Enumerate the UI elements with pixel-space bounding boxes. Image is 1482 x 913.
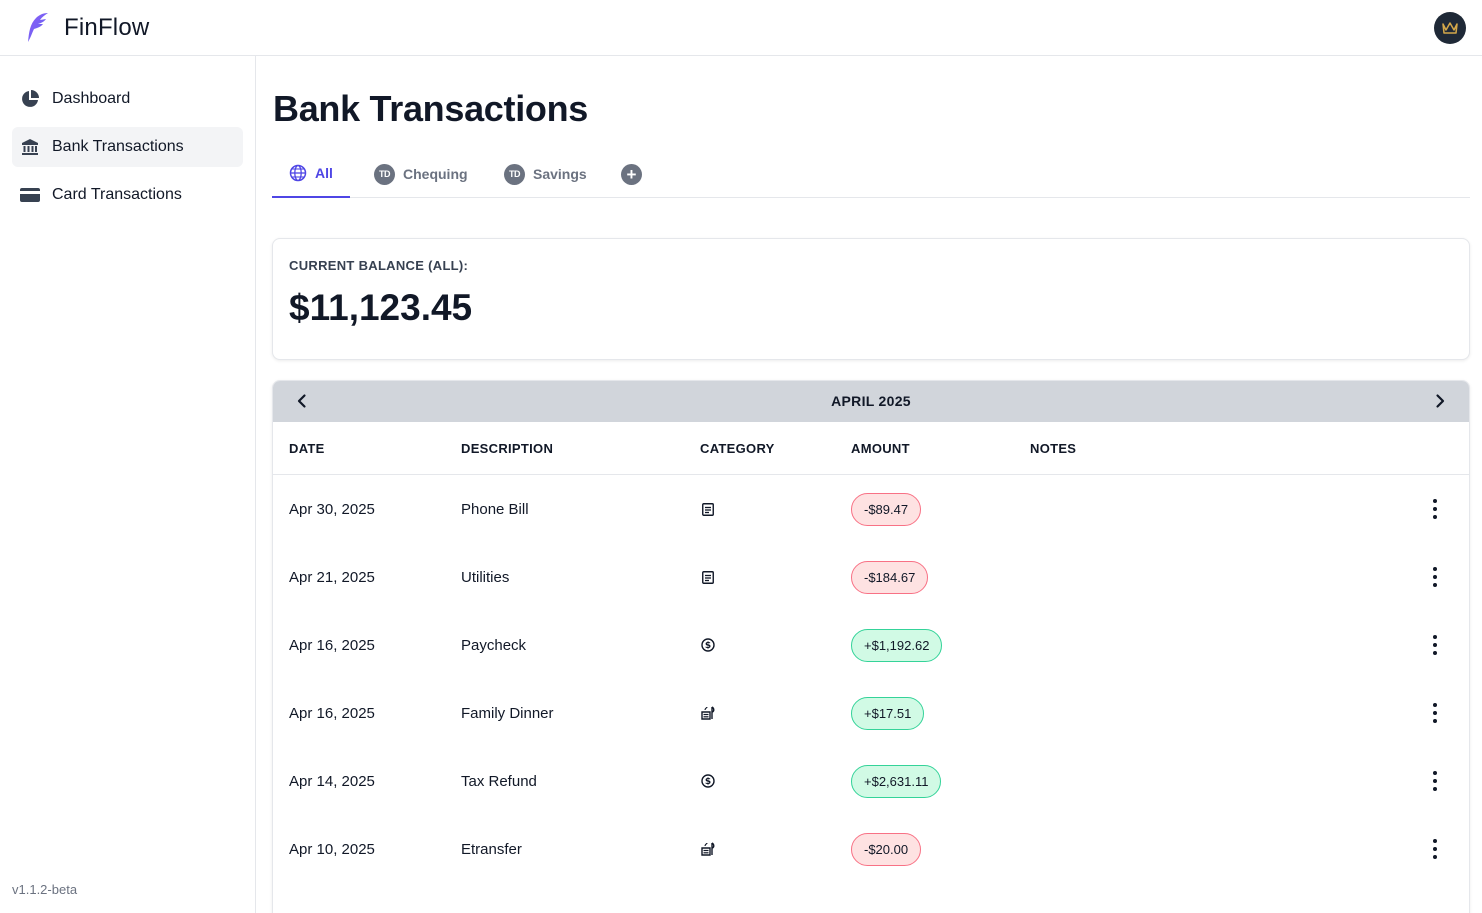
food-icon — [700, 815, 716, 883]
tab-savings[interactable]: TD Savings — [504, 150, 587, 198]
more-vertical-icon — [1433, 567, 1437, 587]
column-header-category[interactable]: CATEGORY — [700, 441, 775, 456]
app-name: FinFlow — [64, 14, 150, 41]
more-vertical-icon — [1433, 703, 1437, 723]
sidebar: Dashboard Bank Transactions Card Transac… — [0, 56, 256, 913]
account-tabs: All TD Chequing TD Savings + — [272, 150, 1470, 198]
transaction-date: Apr 21, 2025 — [289, 568, 375, 586]
balance-card: CURRENT BALANCE (ALL): $11,123.45 — [272, 238, 1470, 360]
balance-label: CURRENT BALANCE (ALL): — [289, 258, 469, 273]
sidebar-item-label: Card Transactions — [52, 186, 182, 203]
row-menu-button[interactable] — [1425, 815, 1445, 883]
column-header-date[interactable]: DATE — [289, 441, 325, 456]
receipt-icon — [700, 475, 716, 543]
sidebar-item-label: Bank Transactions — [52, 138, 184, 155]
transaction-date: Apr 14, 2025 — [289, 772, 375, 790]
transactions-table: APRIL 2025 DATE DESCRIPTION CATEGORY AMO… — [272, 380, 1470, 913]
transaction-description: Tax Refund — [461, 772, 537, 790]
tab-label: All — [315, 165, 333, 181]
row-menu-button[interactable] — [1425, 747, 1445, 815]
table-row[interactable]: Apr 10, 2025 Etransfer -$20.00 — [273, 815, 1469, 883]
receipt-icon — [700, 543, 716, 611]
food-icon — [700, 679, 716, 747]
sidebar-item-card-transactions[interactable]: Card Transactions — [12, 175, 243, 215]
transaction-description: Utilities — [461, 568, 510, 586]
row-menu-button[interactable] — [1425, 611, 1445, 679]
td-bank-icon: TD — [374, 163, 395, 185]
table-row[interactable]: Apr 30, 2025 Phone Bill -$89.47 — [273, 475, 1469, 543]
brand[interactable]: FinFlow — [24, 12, 149, 44]
row-menu-button[interactable] — [1425, 543, 1445, 611]
row-menu-button[interactable] — [1425, 679, 1445, 747]
transaction-date: Apr 10, 2025 — [289, 840, 375, 858]
transaction-description: Phone Bill — [461, 500, 529, 518]
td-bank-icon: TD — [504, 163, 525, 185]
transaction-date: Apr 16, 2025 — [289, 704, 375, 722]
column-header-notes[interactable]: NOTES — [1030, 441, 1076, 456]
table-row[interactable]: Apr 16, 2025 Family Dinner +$17.51 — [273, 679, 1469, 747]
table-body: Apr 30, 2025 Phone Bill -$89.47 Apr 21, … — [273, 475, 1469, 883]
transaction-date: Apr 30, 2025 — [289, 500, 375, 518]
column-header-description[interactable]: DESCRIPTION — [461, 441, 553, 456]
row-menu-button[interactable] — [1425, 475, 1445, 543]
amount-badge: +$17.51 — [851, 696, 925, 730]
bank-icon — [20, 137, 40, 157]
sidebar-item-bank-transactions[interactable]: Bank Transactions — [12, 127, 243, 167]
dollar-coin-icon: $ — [700, 747, 716, 815]
chevron-right-icon[interactable] — [1431, 392, 1449, 410]
table-row[interactable]: Apr 21, 2025 Utilities -$184.67 — [273, 543, 1469, 611]
column-header-amount[interactable]: AMOUNT — [851, 441, 910, 456]
amount-badge: -$184.67 — [851, 560, 929, 594]
credit-card-icon — [20, 185, 40, 205]
transaction-date: Apr 16, 2025 — [289, 636, 375, 654]
amount-badge: -$20.00 — [851, 832, 922, 866]
more-vertical-icon — [1433, 839, 1437, 859]
plus-icon: + — [621, 163, 642, 185]
amount-badge: +$2,631.11 — [851, 764, 942, 798]
tab-label: Savings — [533, 166, 587, 182]
add-account-button[interactable]: + — [621, 150, 642, 198]
table-row[interactable]: Apr 16, 2025 Paycheck $ +$1,192.62 — [273, 611, 1469, 679]
sidebar-item-label: Dashboard — [52, 90, 131, 107]
tab-all[interactable]: All — [272, 150, 350, 198]
amount-badge: +$1,192.62 — [851, 628, 943, 662]
pie-chart-icon — [20, 89, 40, 109]
dollar-coin-icon: $ — [700, 611, 716, 679]
balance-value: $11,123.45 — [289, 287, 473, 328]
svg-text:$: $ — [705, 777, 711, 787]
month-label: APRIL 2025 — [831, 393, 911, 409]
crown-icon — [1442, 22, 1458, 34]
transaction-description: Paycheck — [461, 636, 527, 654]
table-header: DATE DESCRIPTION CATEGORY AMOUNT NOTES — [273, 422, 1469, 475]
page-title: Bank Transactions — [273, 88, 589, 129]
svg-text:$: $ — [705, 641, 711, 651]
table-row[interactable]: Apr 14, 2025 Tax Refund $ +$2,631.11 — [273, 747, 1469, 815]
month-navigator: APRIL 2025 — [273, 381, 1469, 422]
tab-label: Chequing — [403, 166, 468, 182]
more-vertical-icon — [1433, 499, 1437, 519]
user-avatar[interactable] — [1434, 12, 1466, 44]
more-vertical-icon — [1433, 635, 1437, 655]
more-vertical-icon — [1433, 771, 1437, 791]
globe-icon — [289, 164, 307, 182]
transaction-description: Family Dinner — [461, 704, 554, 722]
top-bar: FinFlow — [0, 0, 1482, 56]
finflow-logo-icon — [28, 13, 48, 42]
amount-badge: -$89.47 — [851, 492, 922, 526]
sidebar-item-dashboard[interactable]: Dashboard — [12, 79, 243, 119]
tab-chequing[interactable]: TD Chequing — [374, 150, 468, 198]
transaction-description: Etransfer — [461, 840, 522, 858]
app-version: v1.1.2-beta — [12, 882, 78, 897]
